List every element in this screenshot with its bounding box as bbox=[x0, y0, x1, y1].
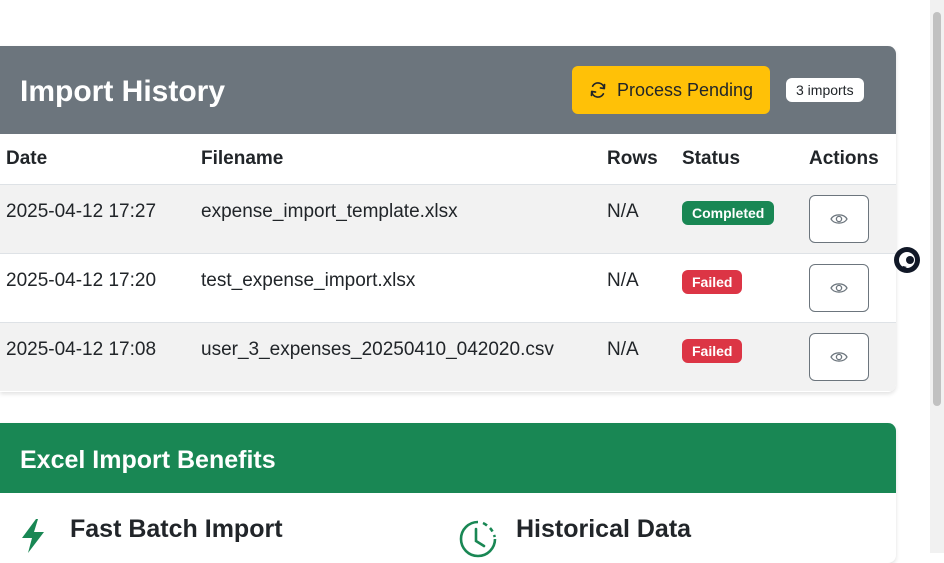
col-rows-header: Rows bbox=[607, 134, 682, 185]
import-history-title: Import History bbox=[20, 75, 226, 108]
row-filename: user_3_expenses_20250410_042020.csv bbox=[201, 339, 554, 360]
excel-import-benefits-card: Excel Import Benefits Fast Batch Import … bbox=[0, 423, 896, 563]
import-history-header: Import History Process Pending 3 imports bbox=[0, 46, 896, 134]
chat-bubble-icon bbox=[894, 247, 920, 273]
page-scrollbar[interactable] bbox=[930, 0, 944, 553]
view-import-button[interactable] bbox=[809, 333, 869, 381]
process-pending-label: Process Pending bbox=[616, 79, 754, 100]
help-chat-bubble[interactable] bbox=[893, 246, 921, 274]
status-badge: Failed bbox=[682, 339, 743, 363]
table-row: 2025-04-12 17:20 test_expense_import.xls… bbox=[0, 253, 896, 323]
scrollbar-thumb[interactable] bbox=[933, 12, 941, 406]
row-rows: N/A bbox=[607, 270, 639, 291]
eye-icon bbox=[830, 214, 848, 224]
process-pending-button[interactable]: Process Pending bbox=[572, 66, 770, 114]
row-filename: expense_import_template.xlsx bbox=[201, 201, 458, 222]
feature-title-historical-data: Historical Data bbox=[516, 515, 692, 543]
eye-icon bbox=[830, 283, 848, 293]
table-row: 2025-04-12 17:08 user_3_expenses_2025041… bbox=[0, 322, 896, 391]
status-badge: Failed bbox=[682, 270, 743, 294]
feature-title-fast-batch-import: Fast Batch Import bbox=[70, 515, 283, 543]
status-badge: Completed bbox=[682, 201, 775, 225]
row-date: 2025-04-12 17:27 bbox=[6, 201, 157, 222]
benefits-title: Excel Import Benefits bbox=[20, 446, 276, 474]
row-date: 2025-04-12 17:08 bbox=[6, 339, 157, 360]
row-filename: test_expense_import.xlsx bbox=[201, 270, 416, 291]
col-actions-header: Actions bbox=[809, 134, 896, 185]
imports-count-badge: 3 imports bbox=[786, 78, 864, 102]
col-status-header: Status bbox=[682, 134, 809, 185]
col-filename-header: Filename bbox=[201, 134, 607, 185]
import-history-card: Import History Process Pending 3 imports… bbox=[0, 46, 896, 392]
import-history-table: Date Filename Rows Status Actions 2025-0… bbox=[0, 134, 896, 391]
table-row: 2025-04-12 17:27 expense_import_template… bbox=[0, 184, 896, 254]
refresh-icon bbox=[590, 82, 606, 98]
lightning-icon bbox=[22, 519, 44, 553]
row-rows: N/A bbox=[607, 201, 639, 222]
eye-icon bbox=[830, 352, 848, 362]
col-date-header: Date bbox=[0, 134, 201, 185]
benefits-header: Excel Import Benefits bbox=[0, 423, 896, 493]
row-date: 2025-04-12 17:20 bbox=[6, 270, 157, 291]
clock-icon bbox=[459, 520, 497, 558]
view-import-button[interactable] bbox=[809, 195, 869, 243]
row-rows: N/A bbox=[607, 339, 639, 360]
table-header-row: Date Filename Rows Status Actions bbox=[0, 134, 896, 185]
view-import-button[interactable] bbox=[809, 264, 869, 312]
